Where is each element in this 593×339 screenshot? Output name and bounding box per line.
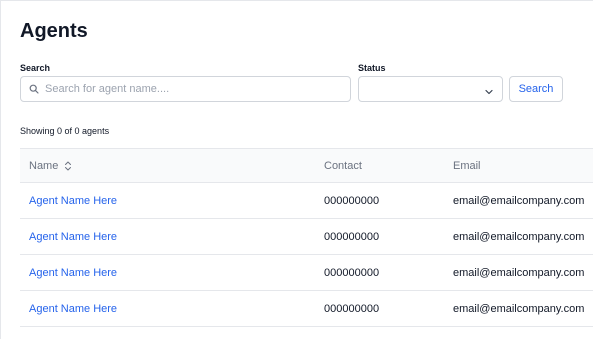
search-input[interactable]: [45, 83, 335, 95]
search-button[interactable]: Search: [509, 76, 563, 102]
agent-name-link[interactable]: Agent Name Here: [29, 219, 117, 254]
status-label: Status: [358, 63, 386, 73]
agent-contact: 000000000: [324, 302, 380, 315]
agent-contact: 000000000: [324, 266, 380, 279]
page-title: Agents: [20, 20, 88, 42]
agent-name-link[interactable]: Agent Name Here: [29, 183, 117, 218]
search-field[interactable]: [20, 76, 351, 102]
column-header-name[interactable]: Name: [29, 149, 72, 182]
sort-icon[interactable]: [64, 161, 72, 171]
table-header: Name Contact Email: [20, 148, 593, 183]
column-header-contact: Contact: [324, 159, 362, 172]
status-select[interactable]: [358, 76, 503, 102]
table-row: Agent Name Here 000000000 email@emailcom…: [20, 219, 593, 255]
column-header-email: Email: [453, 159, 481, 172]
table-row: Agent Name Here 000000000 email@emailcom…: [20, 183, 593, 219]
agent-email: email@emailcompany.com: [453, 194, 585, 207]
agents-table: Name Contact Email Agent Name Here 00000…: [20, 148, 593, 327]
table-row: Agent Name Here 000000000 email@emailcom…: [20, 291, 593, 327]
results-count: Showing 0 of 0 agents: [20, 126, 110, 136]
chevron-down-icon: [484, 84, 494, 102]
agents-page: Agents Search Status Search Showing 0 of…: [0, 0, 593, 339]
search-label: Search: [20, 63, 51, 73]
search-icon: [29, 84, 39, 94]
agent-email: email@emailcompany.com: [453, 302, 585, 315]
table-row: Agent Name Here 000000000 email@emailcom…: [20, 255, 593, 291]
agent-contact: 000000000: [324, 230, 380, 243]
agent-contact: 000000000: [324, 194, 380, 207]
agent-name-link[interactable]: Agent Name Here: [29, 255, 117, 290]
agent-name-link[interactable]: Agent Name Here: [29, 291, 117, 326]
agent-email: email@emailcompany.com: [453, 266, 585, 279]
agent-email: email@emailcompany.com: [453, 230, 585, 243]
